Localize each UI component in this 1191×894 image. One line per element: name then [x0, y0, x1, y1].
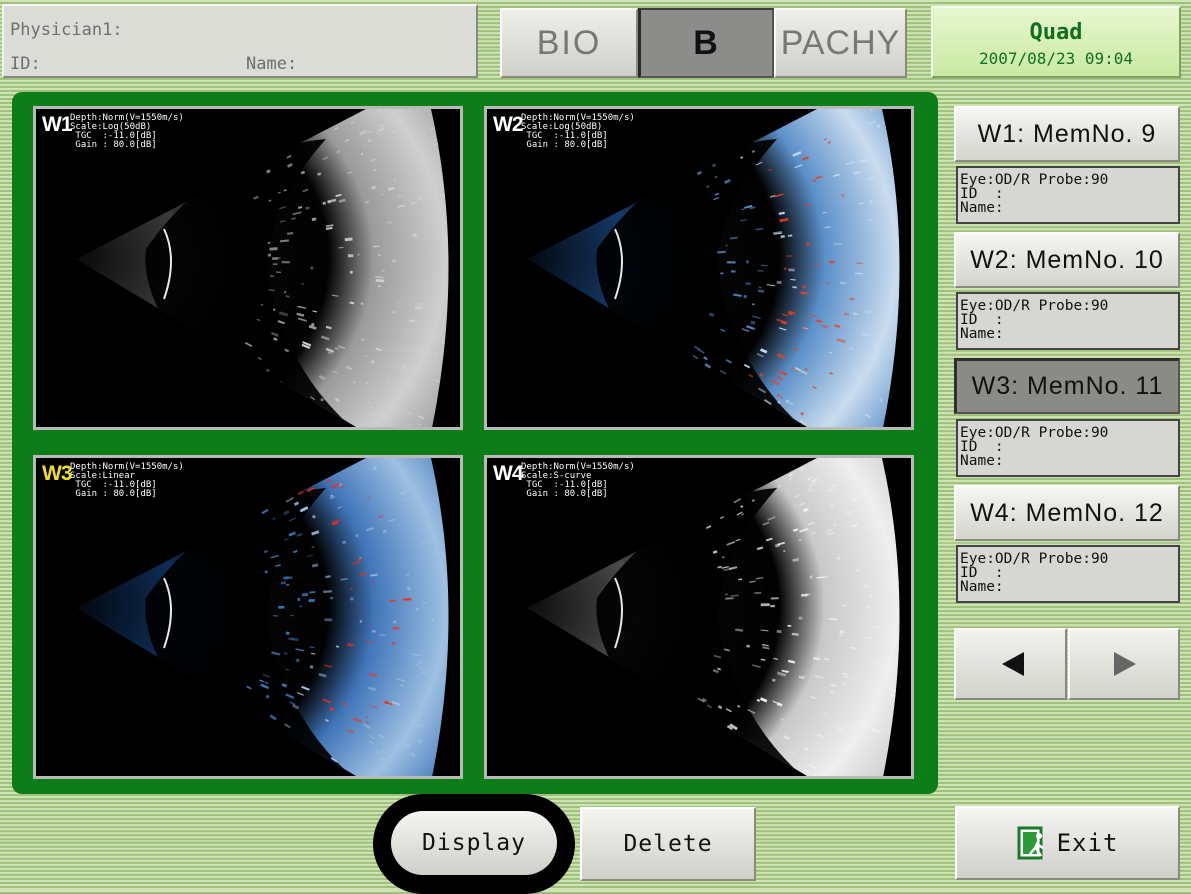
- ultrasound-image-w1: [36, 109, 463, 430]
- ultrasound-image-w3: [36, 458, 463, 779]
- memory-w4-info: Eye:OD/R Probe:90ID :Name:: [956, 545, 1180, 603]
- triangle-left-icon: [956, 630, 1069, 698]
- patient-id-label: ID:: [10, 54, 41, 74]
- mode-pachy-button[interactable]: PACHY: [774, 8, 907, 78]
- physician-label: Physician1:: [10, 20, 123, 40]
- triangle-right-icon: [1070, 630, 1182, 698]
- next-page-button[interactable]: [1068, 628, 1180, 700]
- window-w3[interactable]: W3 Depth:Norm(V=1550m/s)Scale:Linear TGC…: [33, 455, 463, 779]
- window-info-w3: Depth:Norm(V=1550m/s)Scale:Linear TGC :-…: [70, 463, 184, 499]
- display-button[interactable]: Display: [391, 811, 557, 875]
- prev-page-button[interactable]: [954, 628, 1067, 700]
- exit-door-icon: [1017, 826, 1053, 860]
- mode-b-button[interactable]: B: [638, 8, 774, 78]
- window-info-w1: Depth:Norm(V=1550m/s)Scale:Log(50dB) TGC…: [70, 114, 184, 150]
- window-info-w2: Depth:Norm(V=1550m/s)Scale:Log(50dB) TGC…: [521, 114, 635, 150]
- exit-button[interactable]: Exit: [955, 806, 1180, 880]
- memory-w3-button[interactable]: W3: MemNo. 11: [954, 358, 1180, 414]
- memory-w1-button[interactable]: W1: MemNo. 9: [954, 106, 1180, 162]
- memory-w2-info: Eye:OD/R Probe:90ID :Name:: [956, 292, 1180, 350]
- display-mode-box: Quad 2007/08/23 09:04: [931, 6, 1181, 78]
- patient-name-label: Name:: [246, 54, 297, 74]
- ultrasound-image-w4: [487, 458, 914, 779]
- memory-w2-button[interactable]: W2: MemNo. 10: [954, 232, 1180, 288]
- display-mode-label: Quad: [933, 20, 1179, 45]
- window-label-w1: W1: [42, 113, 72, 137]
- mode-bio-button[interactable]: BIO: [500, 8, 638, 78]
- delete-button[interactable]: Delete: [580, 807, 756, 881]
- memory-w3-info: Eye:OD/R Probe:90ID :Name:: [956, 419, 1180, 477]
- patient-info-box: Physician1: ID: Name:: [2, 4, 478, 78]
- window-label-w2: W2: [493, 113, 523, 137]
- memory-w1-info: Eye:OD/R Probe:90ID :Name:: [956, 166, 1180, 224]
- datetime-label: 2007/08/23 09:04: [933, 49, 1179, 68]
- exit-label: Exit: [1057, 829, 1119, 857]
- window-info-w4: Depth:Norm(V=1550m/s)Scale:S-curve TGC :…: [521, 463, 635, 499]
- window-w4[interactable]: W4 Depth:Norm(V=1550m/s)Scale:S-curve TG…: [484, 455, 914, 779]
- window-w1[interactable]: W1 Depth:Norm(V=1550m/s)Scale:Log(50dB) …: [33, 106, 463, 430]
- window-w2[interactable]: W2 Depth:Norm(V=1550m/s)Scale:Log(50dB) …: [484, 106, 914, 430]
- memory-w4-button[interactable]: W4: MemNo. 12: [954, 485, 1180, 541]
- window-label-w3: W3: [42, 462, 72, 486]
- ultrasound-image-w2: [487, 109, 914, 430]
- window-label-w4: W4: [493, 462, 523, 486]
